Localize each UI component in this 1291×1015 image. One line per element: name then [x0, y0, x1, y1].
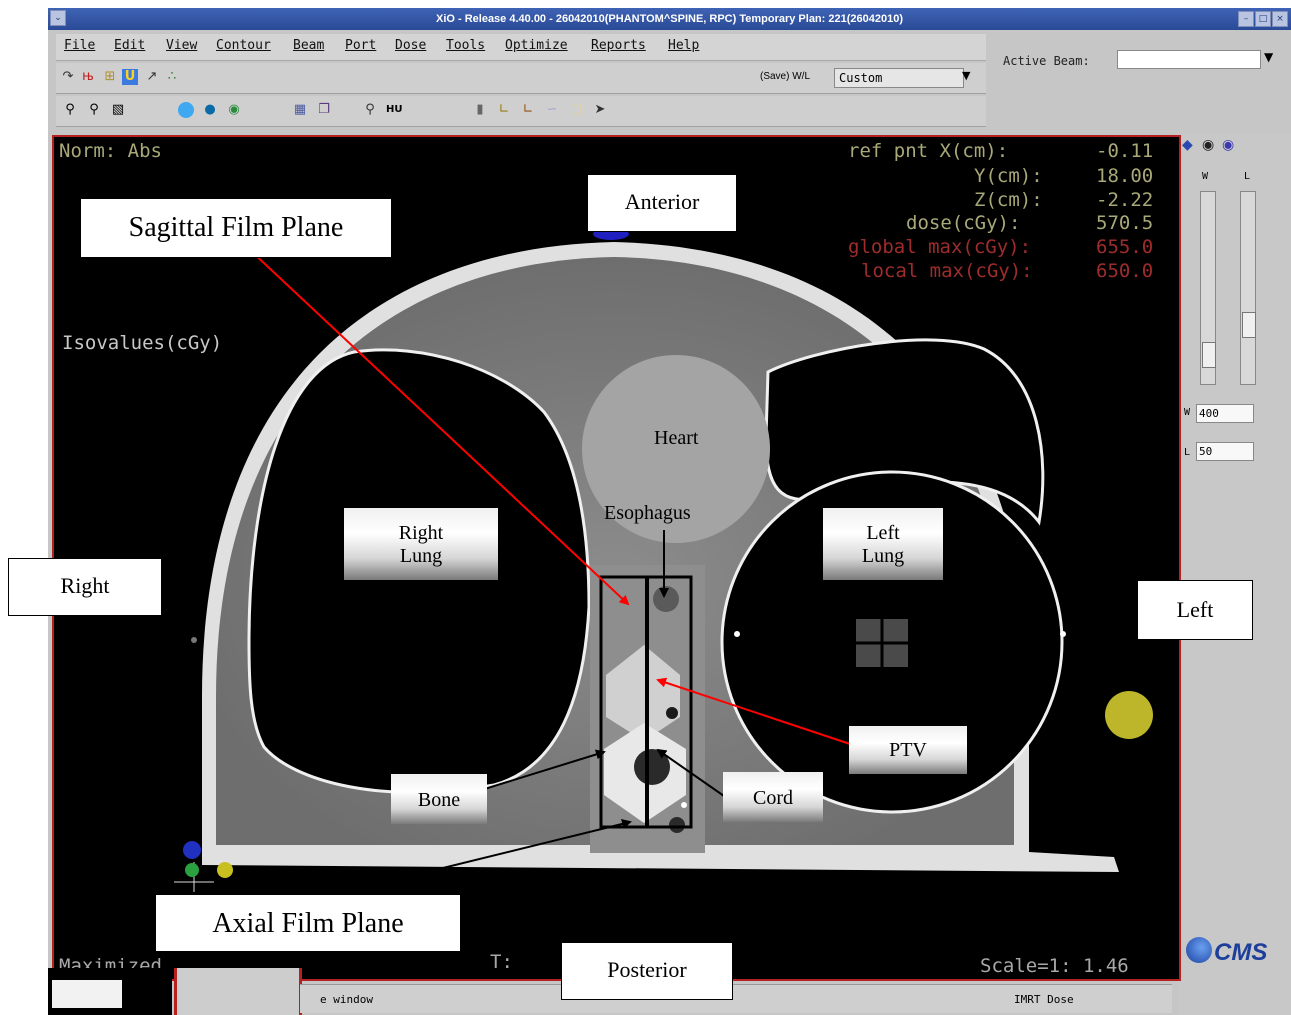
ptv-arrow: [656, 677, 851, 745]
cord-arrow: [656, 748, 725, 797]
right-lung-label: Right Lung: [344, 508, 498, 580]
left-lung-line-2: Lung: [861, 545, 905, 567]
left-lung-label: Left Lung: [823, 508, 943, 580]
posterior-label: Posterior: [561, 942, 733, 1000]
axial-film-plane-label: Axial Film Plane: [155, 894, 461, 952]
right-lung-line-1: Right: [398, 522, 444, 544]
right-lung-line-2: Lung: [399, 545, 443, 567]
sagittal-film-plane-label: Sagittal Film Plane: [80, 198, 392, 258]
anterior-label: Anterior: [587, 174, 737, 232]
axial-arrow: [393, 819, 632, 881]
esophagus-label: Esophagus: [604, 502, 691, 524]
cord-label: Cord: [723, 772, 823, 822]
ptv-label: PTV: [849, 726, 967, 774]
left-lung-line-1: Left: [866, 522, 900, 544]
right-orientation-label: Right: [8, 558, 162, 616]
bone-label: Bone: [391, 774, 487, 824]
heart-label: Heart: [654, 427, 699, 449]
left-orientation-label: Left: [1137, 580, 1253, 640]
